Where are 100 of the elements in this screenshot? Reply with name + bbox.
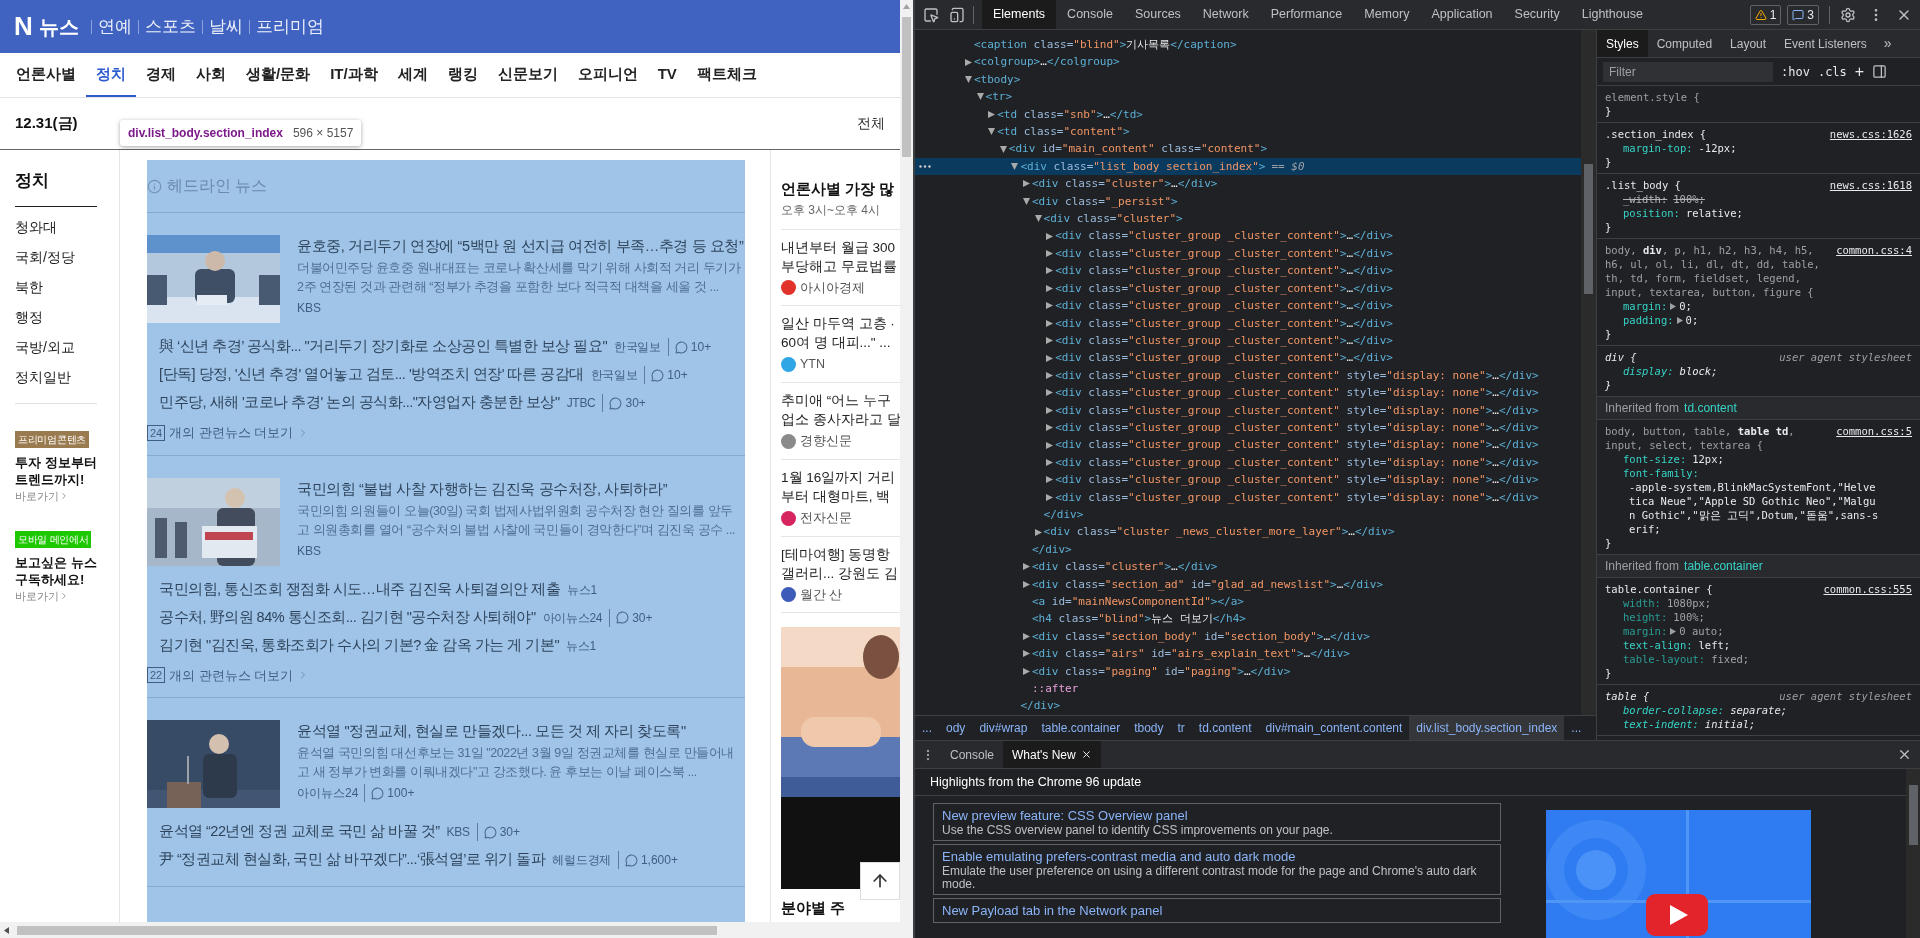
devtools-tab[interactable]: Network: [1191, 0, 1260, 29]
dom-node[interactable]: <div class="cluster_group _cluster_content" style="display: none">…</div>: [1046, 471, 1539, 489]
breadcrumb[interactable]: ody: [939, 716, 973, 740]
related-headline[interactable]: 윤석열 “22년엔 정권 교체로 국민 삶 바꿀 것”: [159, 821, 440, 843]
ranking-headline[interactable]: 내년부터 월급 300: [781, 237, 900, 257]
disclosure-triangle-icon[interactable]: [965, 58, 972, 66]
headline-title[interactable]: 국민의힘 “불법 사찰 자행하는 김진욱 공수처장, 사퇴하라”: [297, 477, 745, 500]
dom-node[interactable]: <div class="cluster">…</div>: [1023, 175, 1218, 193]
nav-tab[interactable]: 사회: [186, 53, 236, 97]
devtools-tab[interactable]: Memory: [1353, 0, 1421, 29]
stylesheet-link[interactable]: common.css:555: [1823, 582, 1912, 596]
disclosure-triangle-icon[interactable]: [1046, 441, 1054, 449]
scrollbar-thumb[interactable]: [1908, 785, 1918, 845]
dom-node[interactable]: ::after: [1023, 680, 1079, 698]
disclosure-triangle-icon[interactable]: [1023, 580, 1030, 588]
dom-node[interactable]: <div class="cluster">: [1034, 210, 1183, 228]
dom-node[interactable]: <div id="main_content" class="content">: [999, 140, 1268, 158]
ranking-headline[interactable]: 1월 16일까지 거리: [781, 467, 900, 487]
feature-title[interactable]: New preview feature: CSS Overview panel: [942, 807, 1492, 824]
dom-node[interactable]: <colgroup>…</colgroup>: [965, 53, 1120, 71]
disclosure-triangle-icon[interactable]: [1046, 250, 1054, 258]
disclosure-triangle-icon[interactable]: [1034, 528, 1042, 536]
dom-node[interactable]: <div class="airs" id="airs_explain_text">…</div>: [1023, 645, 1350, 663]
related-headline[interactable]: [단독] 당정, '신년 추경' 열어놓고 검토... '방역조치 연장' 따른 공감대: [159, 364, 584, 386]
feature-title[interactable]: New Payload tab in the Network panel: [942, 902, 1492, 919]
related-headline[interactable]: 민주당, 새해 '코로나 추경' 논의 공식화..."자영업자 충분한 보상": [159, 392, 560, 414]
ranking-headline[interactable]: 60여 명 대피..." ...: [781, 333, 900, 353]
dom-node[interactable]: <div class="cluster_group _cluster_content">…</div>: [1046, 331, 1393, 350]
disclosure-triangle-icon[interactable]: [1046, 371, 1054, 379]
ranking-headline[interactable]: [테마여행] 동명항: [781, 544, 900, 564]
nav-tab[interactable]: TV: [647, 53, 687, 97]
feature-card[interactable]: Enable emulating prefers-contrast media and auto dark mode Emulate the user preference on using a different contrast mode for the page and Chrome's auto dark mode.: [933, 844, 1501, 895]
related-headline[interactable]: 공수처, 野의원 84% 통신조회... 김기현 "공수처장 사퇴해야": [159, 606, 536, 629]
headline-title[interactable]: 윤석열 "정권교체, 현실로 만들겠다... 모든 것 제 자리 찾도록": [297, 720, 745, 742]
nav-tab[interactable]: 신문보기: [487, 53, 568, 97]
dom-node[interactable]: <td class="content">: [988, 123, 1130, 141]
disclosure-triangle-icon[interactable]: [1023, 563, 1030, 571]
panel-tab[interactable]: Layout: [1721, 30, 1776, 57]
hover-state-button[interactable]: :hov: [1781, 62, 1810, 81]
dom-node[interactable]: <div class="section_ad" id="glad_ad_newslist">…</div>: [1023, 575, 1384, 593]
disclosure-triangle-icon[interactable]: [1046, 232, 1054, 240]
more-related-link[interactable]: 개의 관련뉴스 더보기: [169, 423, 294, 443]
devtools-tab[interactable]: Application: [1420, 0, 1504, 29]
drawer-tab[interactable]: Console: [941, 741, 1004, 768]
dom-node[interactable]: <div class="section_body" id="section_body">…</div>: [1023, 627, 1370, 646]
dom-node[interactable]: <div class="cluster_group _cluster_content" style="display: none">…</div>: [1046, 436, 1539, 454]
sidebar-item[interactable]: 북한: [15, 272, 97, 303]
disclosure-triangle-icon[interactable]: [1046, 476, 1054, 484]
dom-node[interactable]: <div class="cluster_group _cluster_content" style="display: none">…</div>: [1046, 366, 1539, 385]
inherited-selector[interactable]: td.content: [1684, 401, 1737, 415]
related-headline[interactable]: 김기현 "김진욱, 통화조회가 수사의 기본? 金 감옥 가는 게 기본": [159, 634, 560, 657]
stylesheet-link[interactable]: common.css:5: [1836, 424, 1912, 438]
device-toolbar-icon[interactable]: [949, 6, 965, 23]
devtools-tab[interactable]: Lighthouse: [1570, 0, 1654, 29]
dom-node[interactable]: <caption class="blind">기사목록</caption>: [965, 36, 1237, 54]
class-toggle-button[interactable]: .cls: [1817, 62, 1847, 81]
ranking-headline[interactable]: 갤러리... 강원도 김: [781, 563, 900, 583]
expand-triangle-icon[interactable]: [1670, 627, 1677, 635]
breadcrumb[interactable]: table.container: [1034, 716, 1128, 740]
header-link[interactable]: 프리미엄: [255, 14, 324, 39]
disclosure-triangle-icon[interactable]: [1046, 458, 1054, 466]
more-tabs-button[interactable]: »: [1875, 30, 1900, 57]
disclosure-triangle-icon[interactable]: [965, 76, 972, 83]
messages-badge[interactable]: 3: [1787, 4, 1819, 25]
nav-tab[interactable]: 경제: [136, 53, 186, 97]
disclosure-triangle-icon[interactable]: [1046, 319, 1054, 327]
disclosure-triangle-icon[interactable]: [988, 128, 996, 136]
devtools-tab[interactable]: Elements: [982, 0, 1057, 29]
dom-node[interactable]: <div class="cluster_group _cluster_content" style="display: none">…</div>: [1046, 418, 1539, 437]
disclosure-triangle-icon[interactable]: [1023, 197, 1030, 205]
back-to-top-button[interactable]: [860, 862, 900, 900]
scrollbar-thumb[interactable]: [17, 925, 717, 935]
dom-node[interactable]: <div class="cluster_group _cluster_content">…</div>: [1046, 297, 1393, 315]
stylesheet-link[interactable]: news.css:1618: [1829, 178, 1912, 192]
dom-node[interactable]: <div class="cluster_group _cluster_content">…</div>: [1046, 349, 1393, 367]
feature-card[interactable]: New Payload tab in the Network panel: [933, 898, 1501, 923]
disclosure-triangle-icon[interactable]: [1046, 284, 1054, 292]
logo[interactable]: N: [14, 7, 33, 46]
sidebar-item[interactable]: 정치일반: [15, 362, 97, 393]
breadcrumb[interactable]: tr: [1170, 716, 1192, 740]
dom-node[interactable]: <div class="cluster _news_cluster_more_layer">…</div>: [1034, 523, 1395, 541]
disclosure-triangle-icon[interactable]: [1023, 180, 1030, 188]
expand-triangle-icon[interactable]: [1676, 316, 1683, 324]
nav-tab[interactable]: 오피니언: [567, 53, 648, 97]
panel-tab[interactable]: Computed: [1647, 30, 1722, 57]
stylesheet-link[interactable]: news.css:1626: [1829, 127, 1912, 141]
sidebar-toggle-icon[interactable]: [1872, 64, 1888, 79]
drawer-tab[interactable]: What's New: [1003, 741, 1101, 768]
nav-tab[interactable]: 랭킹: [437, 53, 488, 97]
stylesheet-link[interactable]: common.css:4: [1836, 243, 1912, 257]
dom-node[interactable]: <div class="_persist">: [1023, 192, 1178, 211]
nav-tab[interactable]: 언론사별: [6, 53, 86, 97]
nav-tab[interactable]: IT/과학: [320, 53, 388, 97]
ranking-headline[interactable]: 일산 마두역 고층 ·: [781, 314, 900, 334]
breadcrumb[interactable]: td.content: [1191, 716, 1259, 740]
more-icon[interactable]: [919, 165, 931, 169]
dom-node[interactable]: <div class="cluster_group _cluster_content" style="display: none">…</div>: [1046, 488, 1539, 506]
ranking-headline[interactable]: 부당해고 무료법률: [781, 256, 900, 276]
breadcrumb[interactable]: tbody: [1127, 716, 1171, 740]
inspect-icon[interactable]: [923, 6, 939, 23]
